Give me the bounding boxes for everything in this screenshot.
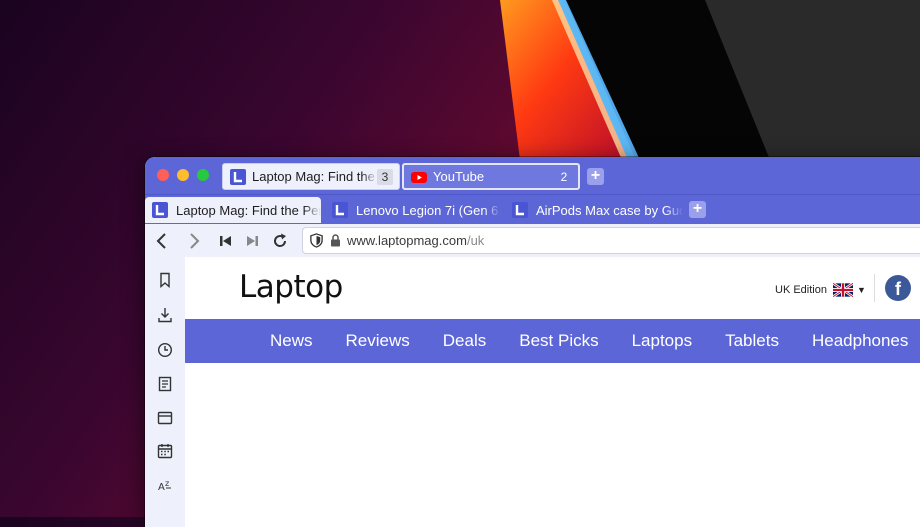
- chevron-down-icon: ▼: [856, 285, 866, 295]
- tab-title: Lenovo Legion 7i (Gen 6, Intel): [356, 202, 501, 218]
- shield-icon[interactable]: [309, 233, 324, 248]
- address-bar: www.laptopmag.com/uk: [145, 224, 920, 258]
- svg-text:z: z: [165, 479, 169, 488]
- bookmark-icon[interactable]: [157, 272, 173, 288]
- tab-title: Laptop Mag: Find the Perfect Laptop: [176, 202, 321, 218]
- nav-best-picks[interactable]: Best Picks: [519, 331, 598, 351]
- nav-reviews[interactable]: Reviews: [346, 331, 410, 351]
- youtube-favicon-icon: [411, 171, 427, 183]
- tab-count-badge: 3: [377, 168, 393, 185]
- back-icon[interactable]: [153, 232, 171, 250]
- notes-icon[interactable]: [157, 376, 173, 392]
- laptopmag-favicon-icon: [152, 202, 168, 218]
- nav-news[interactable]: News: [270, 331, 313, 351]
- page-content: Laptop UK Edition ▼ f News Reviews Deals…: [185, 257, 920, 527]
- tab-title: YouTube: [433, 169, 485, 184]
- nav-tablets[interactable]: Tablets: [725, 331, 779, 351]
- url-field[interactable]: www.laptopmag.com/uk: [302, 227, 920, 254]
- sub-tab-lenovo-legion[interactable]: Lenovo Legion 7i (Gen 6, Intel): [325, 197, 501, 223]
- zoom-window-button[interactable]: [197, 169, 209, 181]
- nav-deals[interactable]: Deals: [443, 331, 486, 351]
- new-tab-button[interactable]: +: [587, 168, 604, 185]
- download-icon[interactable]: [157, 307, 173, 323]
- svg-text:A: A: [158, 482, 165, 493]
- nav-headphones[interactable]: Headphones: [812, 331, 908, 351]
- tab-count-badge: 2: [560, 169, 568, 184]
- url-domain: www.laptopmag.com: [347, 233, 467, 248]
- site-navigation: News Reviews Deals Best Picks Laptops Ta…: [185, 319, 920, 363]
- translate-icon[interactable]: A z: [157, 477, 173, 493]
- site-logo[interactable]: Laptop: [239, 269, 343, 305]
- close-window-button[interactable]: [157, 169, 169, 181]
- tab-title: Laptop Mag: Find the Perfect Laptop: [252, 169, 377, 184]
- laptopmag-favicon-icon: [230, 168, 246, 185]
- minimize-window-button[interactable]: [177, 169, 189, 181]
- rewind-icon[interactable]: [217, 232, 235, 250]
- nav-laptops[interactable]: Laptops: [632, 331, 693, 351]
- browser-window: Laptop Mag: Find the Perfect Laptop 3 Yo…: [145, 157, 920, 527]
- tab-title: AirPods Max case by Gucci: [536, 202, 683, 218]
- forward-icon[interactable]: [185, 232, 203, 250]
- url-path: /uk: [466, 233, 485, 248]
- window-panel-icon[interactable]: [157, 410, 173, 426]
- tab-stack-bar: Laptop Mag: Find the Perfect Laptop Leno…: [145, 194, 920, 225]
- lock-icon: [331, 234, 340, 247]
- edition-selector[interactable]: UK Edition ▼: [775, 283, 866, 297]
- laptopmag-favicon-icon: [512, 202, 528, 218]
- edition-label: UK Edition: [775, 284, 827, 296]
- tab-stack-youtube[interactable]: YouTube 2: [402, 163, 580, 190]
- sub-tab-laptopmag[interactable]: Laptop Mag: Find the Perfect Laptop: [145, 197, 321, 223]
- calendar-icon[interactable]: [157, 443, 173, 459]
- uk-flag-icon: [832, 283, 853, 297]
- laptopmag-favicon-icon: [332, 202, 348, 218]
- reload-icon[interactable]: [271, 232, 289, 250]
- history-icon[interactable]: [157, 342, 173, 358]
- facebook-icon[interactable]: f: [885, 275, 911, 301]
- sub-tab-airpods-case[interactable]: AirPods Max case by Gucci: [505, 197, 683, 223]
- header-divider: [874, 274, 875, 302]
- new-tab-in-stack-button[interactable]: +: [689, 201, 706, 218]
- title-bar: Laptop Mag: Find the Perfect Laptop 3 Yo…: [145, 157, 920, 194]
- tab-stack-laptopmag[interactable]: Laptop Mag: Find the Perfect Laptop 3: [222, 163, 400, 190]
- side-panel: A z: [145, 257, 186, 527]
- fast-forward-icon[interactable]: [243, 232, 261, 250]
